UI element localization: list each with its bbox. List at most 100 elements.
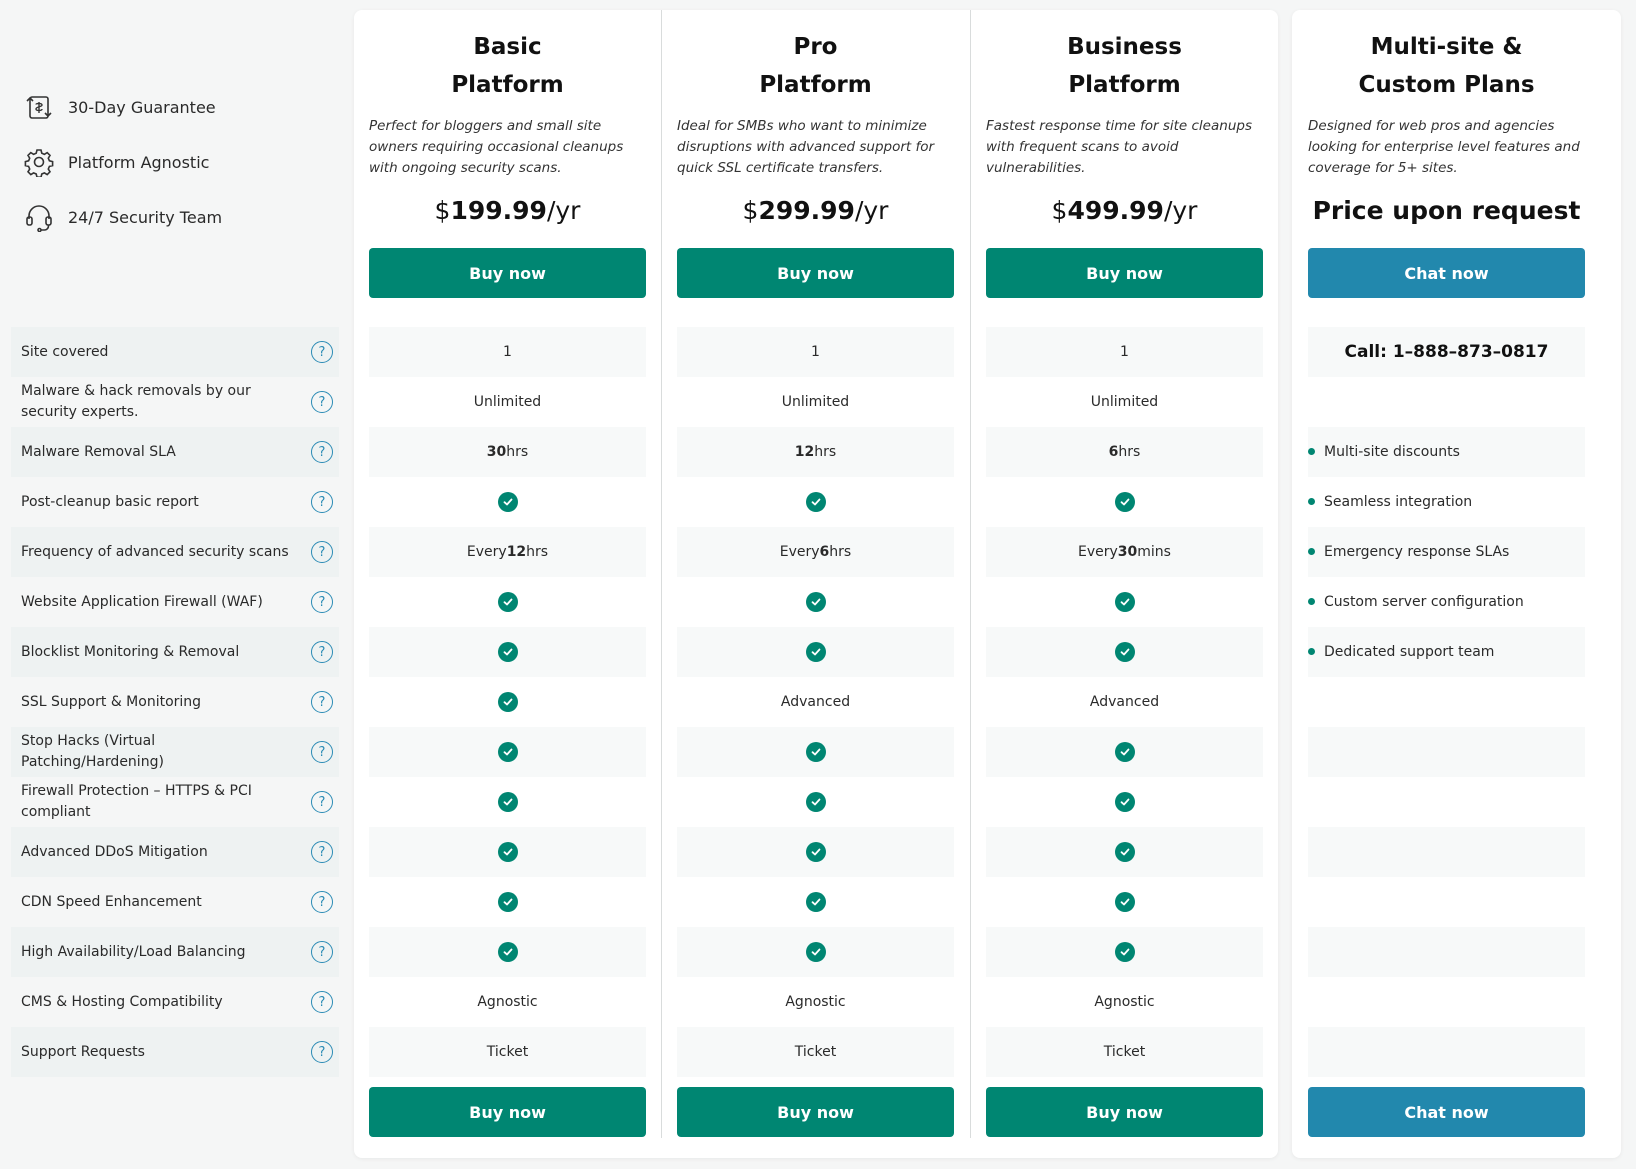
plan-cell: 1 [677, 327, 954, 377]
plan-cell: Every 6 hrs [677, 527, 954, 577]
row-label-text: Malware Removal SLA [21, 443, 176, 460]
row-label-text: SSL Support & Monitoring [21, 693, 202, 710]
cell-value: Unlimited [473, 394, 542, 410]
chat-now-button[interactable]: Chat now [1308, 248, 1585, 298]
plan-cell [1308, 777, 1585, 827]
check-icon [805, 642, 826, 662]
cell-value: Advanced [1089, 694, 1160, 710]
bullet-text: Emergency response SLAs [1324, 544, 1510, 560]
check-icon [805, 942, 826, 962]
help-icon[interactable]: ? [311, 691, 333, 713]
row-label: Support Requests? [11, 1027, 339, 1077]
plan-cell: Every 30 mins [986, 527, 1263, 577]
bullet-text: Multi-site discounts [1324, 444, 1460, 460]
buy-now-button[interactable]: Buy now [986, 1087, 1263, 1137]
check-icon [1114, 592, 1135, 612]
row-label-text: CMS & Hosting Compatibility [21, 993, 223, 1010]
plan-cell: Advanced [677, 677, 954, 727]
call-phone-number[interactable]: Call: 1–888–873–0817 [1308, 327, 1585, 377]
help-icon[interactable]: ? [311, 341, 333, 363]
plan-cell [1308, 977, 1585, 1027]
plan-cell [677, 627, 954, 677]
cell-prefix: Every [1078, 544, 1118, 560]
bullet-item: Multi-site discounts [1308, 427, 1585, 477]
plan-title-line: Custom Plans [1358, 72, 1535, 98]
plan-title-line: Platform [759, 72, 872, 98]
row-label: Malware Removal SLA? [11, 427, 339, 477]
check-icon [1114, 892, 1135, 912]
help-icon[interactable]: ? [311, 641, 333, 663]
cell-value: Agnostic [1094, 994, 1155, 1010]
headset-icon [22, 200, 56, 234]
help-icon[interactable]: ? [311, 391, 333, 413]
plan-cell [677, 927, 954, 977]
plan-cell [369, 877, 646, 927]
row-label: Firewall Protection – HTTPS & PCI compli… [11, 777, 339, 827]
help-icon[interactable]: ? [311, 991, 333, 1013]
cell-value: 12 [794, 444, 815, 460]
plan-cell [1308, 827, 1585, 877]
cell-value: 6 [1108, 444, 1119, 460]
price-amount: 299.99 [758, 196, 855, 225]
check-icon [805, 842, 826, 862]
buy-now-button[interactable]: Buy now [677, 1087, 954, 1137]
help-icon[interactable]: ? [311, 791, 333, 813]
buy-now-button[interactable]: Buy now [986, 248, 1263, 298]
plan-cell [1308, 677, 1585, 727]
cell-value: 1 [1120, 344, 1129, 360]
plan-cell: Unlimited [369, 377, 646, 427]
buy-now-button[interactable]: Buy now [369, 248, 646, 298]
plan-cell [1308, 927, 1585, 977]
cell-prefix: Every [779, 544, 820, 560]
help-icon[interactable]: ? [311, 1041, 333, 1063]
help-icon[interactable]: ? [311, 891, 333, 913]
plan-cell: 6 hrs [986, 427, 1263, 477]
cell-value: Ticket [794, 1044, 837, 1060]
column-divider [970, 10, 971, 1138]
plan-cell [677, 877, 954, 927]
check-icon [497, 792, 518, 812]
check-icon [805, 492, 826, 512]
row-label: Advanced DDoS Mitigation? [11, 827, 339, 877]
check-icon [1114, 792, 1135, 812]
chat-now-button[interactable]: Chat now [1308, 1087, 1585, 1137]
plan-cell: 30 hrs [369, 427, 646, 477]
cell-value: Ticket [486, 1044, 529, 1060]
plan-cell [677, 727, 954, 777]
help-icon[interactable]: ? [311, 741, 333, 763]
plan-cell [986, 827, 1263, 877]
plan-cell [369, 777, 646, 827]
cell-value: 1 [503, 344, 512, 360]
help-icon[interactable]: ? [311, 841, 333, 863]
cell-value: 12 [506, 544, 527, 560]
plan-cell [369, 627, 646, 677]
check-icon [1114, 642, 1135, 662]
plan-cell [369, 927, 646, 977]
help-icon[interactable]: ? [311, 441, 333, 463]
help-icon[interactable]: ? [311, 541, 333, 563]
plan-cell [986, 777, 1263, 827]
cell-value: Unlimited [781, 394, 850, 410]
price-symbol: $ [434, 196, 451, 225]
feature-label: Platform Agnostic [68, 152, 210, 172]
cell-suffix: hrs [526, 544, 549, 560]
plan-cell: Ticket [986, 1027, 1263, 1077]
row-label-text: Firewall Protection – HTTPS & PCI compli… [21, 783, 252, 820]
plan-price: Price upon request [1312, 196, 1581, 225]
help-icon[interactable]: ? [311, 941, 333, 963]
refund-icon [22, 90, 56, 124]
cell-suffix: hrs [506, 444, 529, 460]
feature-label: 24/7 Security Team [68, 207, 223, 227]
help-icon[interactable]: ? [311, 491, 333, 513]
plan-cell [677, 477, 954, 527]
buy-now-button[interactable]: Buy now [369, 1087, 646, 1137]
check-icon [805, 592, 826, 612]
row-label: Post-cleanup basic report? [11, 477, 339, 527]
cell-value: Ticket [1103, 1044, 1146, 1060]
check-icon [497, 492, 518, 512]
buy-now-button[interactable]: Buy now [677, 248, 954, 298]
row-label: Stop Hacks (Virtual Patching/Hardening)? [11, 727, 339, 777]
plan-cell: Unlimited [677, 377, 954, 427]
plan-title: Business Platform [986, 28, 1263, 104]
help-icon[interactable]: ? [311, 591, 333, 613]
